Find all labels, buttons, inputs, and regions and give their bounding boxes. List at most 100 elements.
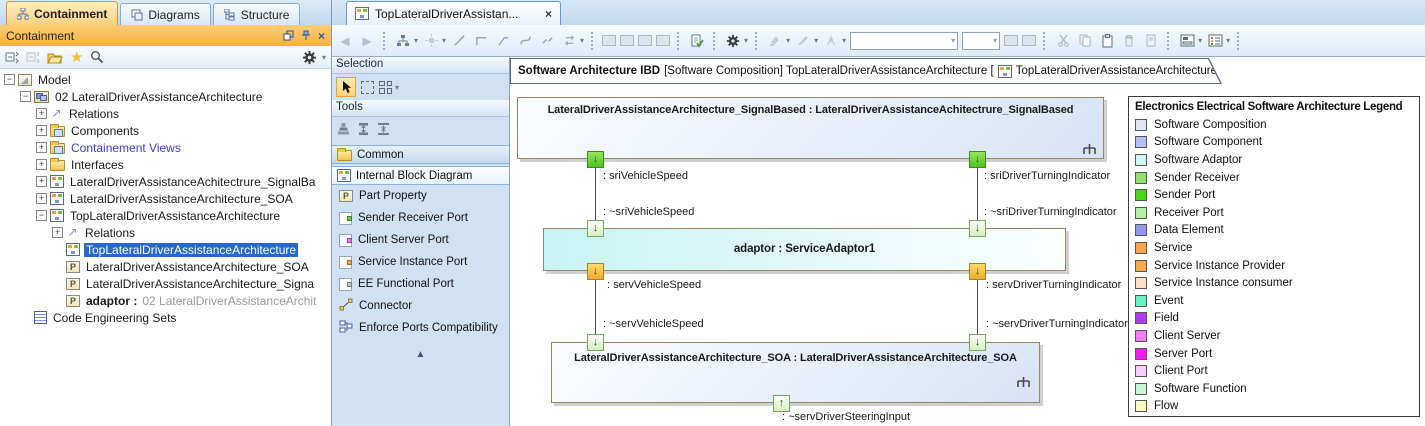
paste-special-button[interactable] [1142,32,1160,50]
show-ports-button[interactable] [602,35,616,46]
close-icon[interactable]: × [318,30,325,42]
palette-section-ibd[interactable]: Internal Block Diagram [332,166,509,185]
block-adaptor[interactable]: adaptor : ServiceAdaptor1 [543,228,1066,271]
service-port[interactable]: ↓ [587,263,604,280]
clear-style-button[interactable] [1022,35,1036,46]
receiver-port[interactable]: ↓ [587,220,604,237]
expander-icon[interactable]: + [36,176,47,187]
layout-tree-button[interactable] [394,32,412,50]
tree-item-part-adaptor[interactable]: P adaptor : 02 LateralDriverAssistanceAr… [0,292,331,309]
toolbar-grip[interactable] [383,32,387,50]
service-port[interactable]: ↓ [969,263,986,280]
tree-item-model[interactable]: − Model [0,71,331,88]
receiver-port[interactable]: ↓ [969,220,986,237]
dropdown-caret-icon[interactable]: ▾ [395,83,399,92]
line-style-diagonal-button[interactable] [450,32,468,50]
open-folder-icon[interactable] [47,51,63,64]
expander-icon[interactable]: − [36,210,47,221]
line-style-rectilinear-button[interactable] [472,32,490,50]
tree-item-signalbased-ibd[interactable]: + LateralDriverAssistanceAchitectrure_Si… [0,173,331,190]
distribute-vertical-tool[interactable] [356,122,371,139]
forward-button[interactable]: ▶ [358,32,376,50]
copy-button[interactable] [1076,32,1094,50]
connector-line[interactable] [595,280,596,334]
select-cursor-tool[interactable] [336,77,356,97]
block-signalbased[interactable]: LateralDriverAssistanceArchitecture_Sign… [517,97,1104,159]
line-color-button[interactable] [794,32,812,50]
palette-item-sender-receiver-port[interactable]: Sender Receiver Port [332,207,509,229]
palette-item-ee-functional-port[interactable]: EE Functional Port [332,273,509,295]
tree-item-relations[interactable]: + ↗ Relations [0,105,331,122]
collapse-vertical-tool[interactable] [376,122,391,139]
back-button[interactable]: ◀ [336,32,354,50]
show-compartments-button[interactable] [620,35,634,46]
line-style-curve-button[interactable] [516,32,534,50]
toolbar-grip[interactable] [677,32,681,50]
marquee-select-tool[interactable] [361,81,374,94]
toolbar-grip[interactable] [755,32,759,50]
palette-section-common[interactable]: Common [332,145,509,164]
receiver-port[interactable]: ↓ [969,334,986,351]
dropdown-caret-icon[interactable]: ▾ [580,36,584,45]
diagram-canvas[interactable]: Software Architecture IBD [Software Comp… [510,57,1425,426]
search-icon[interactable] [90,50,104,64]
expander-icon[interactable]: + [52,227,63,238]
expander-icon[interactable]: + [36,125,47,136]
architecture-legend[interactable]: Electronics Electrical Software Architec… [1128,96,1420,417]
font-size-combo[interactable]: ▾ [962,32,1000,50]
restore-icon[interactable] [283,30,294,41]
paste-button[interactable] [1098,32,1116,50]
tree-item-code-engineering-sets[interactable]: Code Engineering Sets [0,309,331,326]
show-image-button[interactable] [638,35,652,46]
connector-line[interactable] [595,168,596,220]
window-layout-button[interactable] [1178,32,1196,50]
dropdown-caret-icon[interactable]: ▾ [814,36,818,45]
font-color-button[interactable] [822,32,840,50]
tree-item-part-signal[interactable]: P LateralDriverAssistanceArchitecture_Si… [0,275,331,292]
expander-icon[interactable]: + [36,108,47,119]
tree-item-containement-views[interactable]: + Containement Views [0,139,331,156]
dropdown-caret-icon[interactable]: ▾ [442,36,446,45]
toolbar-grip[interactable] [1167,32,1171,50]
receiver-port-up[interactable]: ↑ [773,395,790,412]
diagram-options-gear-button[interactable] [724,32,742,50]
connector-line[interactable] [977,168,978,220]
fill-color-button[interactable] [766,32,784,50]
expander-icon[interactable]: − [20,91,31,102]
validate-diagram-button[interactable] [688,32,706,50]
expander-icon[interactable]: + [36,193,47,204]
swap-ends-button[interactable] [560,32,578,50]
line-style-spline-button[interactable] [538,32,556,50]
apply-style-button[interactable] [1004,35,1018,46]
line-style-oblique-button[interactable] [494,32,512,50]
multi-select-tool[interactable] [379,81,392,94]
dropdown-caret-icon[interactable]: ▾ [786,36,790,45]
diagram-tab-close-icon[interactable]: × [545,7,552,21]
tree-item-part-soa[interactable]: P LateralDriverAssistanceArchitecture_SO… [0,258,331,275]
diagram-tab[interactable]: TopLateralDriverAssistan... × [346,1,561,25]
tab-structure[interactable]: Structure [213,3,301,25]
expander-icon[interactable]: + [36,142,47,153]
toolbar-grip[interactable] [1043,32,1047,50]
dropdown-caret-icon[interactable]: ▾ [1198,36,1202,45]
expander-icon[interactable]: + [36,159,47,170]
palette-item-connector[interactable]: Connector [332,295,509,317]
cut-button[interactable] [1054,32,1072,50]
palette-item-client-server-port[interactable]: Client Server Port [332,229,509,251]
palette-item-service-instance-port[interactable]: Service Instance Port [332,251,509,273]
expander-icon[interactable]: − [4,74,15,85]
show-frame-button[interactable] [656,35,670,46]
tab-diagrams[interactable]: Diagrams [120,3,210,25]
palette-item-part-property[interactable]: P Part Property [332,185,509,207]
dropdown-caret-icon[interactable]: ▾ [842,36,846,45]
legend-list-button[interactable] [1206,32,1224,50]
toolbar-grip[interactable] [713,32,717,50]
tree-item-soa-ibd[interactable]: + LateralDriverAssistanceArchitecture_SO… [0,190,331,207]
sender-port[interactable]: ↓ [587,151,604,168]
tab-containment[interactable]: Containment [6,1,118,25]
tree-item-top-diagram-selected[interactable]: TopLateralDriverAssistanceArchitecture [0,241,331,258]
block-soa[interactable]: LateralDriverAssistanceArchitecture_SOA … [551,342,1040,403]
settings-gear-icon[interactable] [302,50,317,65]
tree-item-top-ibd[interactable]: − TopLateralDriverAssistanceArchitecture [0,207,331,224]
favorites-star-icon[interactable]: ★ [70,51,83,64]
